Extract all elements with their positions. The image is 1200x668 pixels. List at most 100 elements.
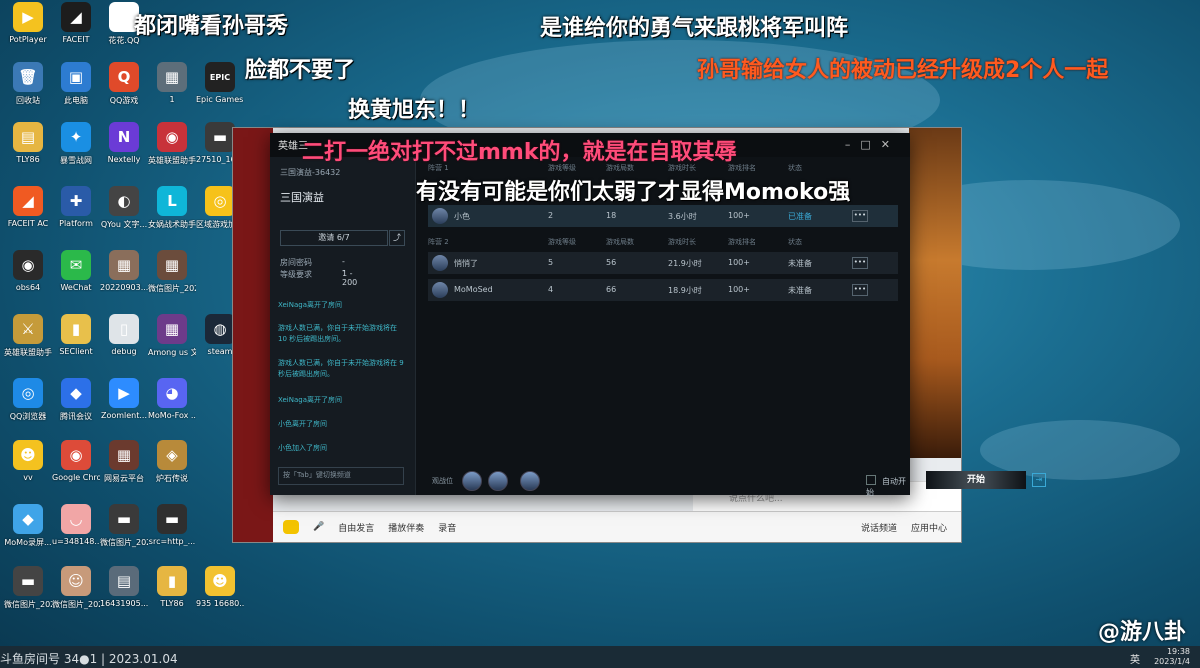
desktop-icon[interactable]: ◕ MoMo-Fox ... — [148, 378, 196, 420]
desktop-icon[interactable]: ◆ MoMo录屏... — [4, 504, 52, 548]
team-area: 阵营 1 游戏等级 游戏局数 游戏时长 游戏排名 状态 小色 2 18 3.6小… — [416, 157, 1046, 498]
desktop-icon[interactable]: ◐ QYou 文字... — [100, 186, 148, 230]
input-language[interactable]: 英 — [1130, 651, 1140, 666]
spectator-slot-icon[interactable] — [462, 471, 482, 491]
desktop-icon[interactable]: ◡ u=348148... — [52, 504, 100, 546]
app-icon: ◈ — [157, 440, 187, 470]
app-icon: ▤ — [109, 566, 139, 596]
app-icon: ▦ — [157, 314, 187, 344]
app-icon: ▤ — [13, 122, 43, 152]
player-row[interactable]: 小色 2 18 3.6小时 100+ 已准备 ••• — [428, 205, 898, 227]
desktop-icon[interactable]: ✦ 暴雪战网 — [52, 122, 100, 166]
more-options-icon[interactable]: ••• — [852, 284, 868, 296]
desktop-icon[interactable]: ✉ WeChat — [52, 250, 100, 292]
desktop-icon[interactable]: ▬ 微信图片_2022081... — [4, 566, 52, 610]
system-clock[interactable]: 19:38 2023/1/4 — [1154, 647, 1190, 667]
desktop-icon-label: 英雄联盟助手中国 — [4, 348, 52, 357]
app-icon: ◎ — [205, 186, 235, 216]
spectator-avatar[interactable] — [488, 471, 508, 491]
spectator-avatar[interactable] — [520, 471, 540, 491]
desktop-icon[interactable]: ▶ Zoomlent... — [100, 378, 148, 420]
desktop-icon[interactable]: EPIC Epic Games Launcher — [196, 62, 244, 104]
toolbar-item-music[interactable]: 播放伴奏 — [388, 521, 424, 534]
desktop-icon[interactable]: ▬ 微信图片_20210... — [100, 504, 148, 548]
app-icon: ▶ — [13, 2, 43, 32]
desktop-icon[interactable]: ▶ PotPlayer — [4, 2, 52, 44]
desktop-icon[interactable]: ▦ 20220903... — [100, 250, 148, 292]
log-entry: 小色离开了房间 — [278, 420, 327, 428]
desktop-icon[interactable]: ◆ 腾讯会议 — [52, 378, 100, 422]
more-options-icon[interactable]: ••• — [852, 210, 868, 222]
danmaku-comment: 脸都不要了 — [245, 58, 356, 83]
info-password: 房间密码 -- — [280, 257, 345, 275]
exit-room-icon[interactable]: ⇥ — [1032, 473, 1046, 487]
desktop-icon-label: WeChat — [60, 283, 92, 292]
invite-button[interactable]: 邀请 6/7 — [280, 230, 388, 246]
desktop-icon[interactable]: ▯ debug — [100, 314, 148, 356]
toolbar-item-free-talk[interactable]: 自由发言 — [338, 521, 374, 534]
desktop-icon[interactable]: ▣ 此电脑 — [52, 62, 100, 106]
app-icon: ▬ — [205, 122, 235, 152]
danmaku-comment: 是谁给你的勇气来跟桃将军叫阵 — [540, 16, 849, 41]
desktop-icon-label: u=348148... — [52, 537, 100, 546]
desktop-icon[interactable]: ▦ 微信图片_20221116... — [148, 250, 196, 294]
toolbar-item-record[interactable]: 录音 — [438, 521, 456, 534]
danmaku-comment: 二打一绝对打不过mmk的，就是在自取其辱 — [302, 140, 737, 165]
avatar — [432, 208, 448, 224]
desktop-icon[interactable]: ◢ FACEIT AC — [4, 186, 52, 228]
desktop-icon[interactable]: ☻ 935 16680... — [196, 566, 244, 608]
desktop-icon[interactable]: ◉ obs64 — [4, 250, 52, 292]
app-icon: ▦ — [109, 440, 139, 470]
app-icon: ▯ — [109, 314, 139, 344]
desktop-icon[interactable]: ◈ 炉石传说 — [148, 440, 196, 484]
desktop-icon[interactable]: ◢ FACEIT — [52, 2, 100, 44]
chat-input[interactable]: 按「Tab」键切换频道 — [278, 467, 404, 485]
player-row[interactable]: MoMoSed 4 66 18.9小时 100+ 未准备 ••• — [428, 279, 898, 301]
log-entry: XeiNaga离开了房间 — [278, 396, 342, 404]
desktop-icon-label: Among us 文件Mod... — [148, 348, 196, 357]
share-icon[interactable]: ⤴ — [389, 230, 405, 246]
start-button[interactable]: 开始 — [926, 471, 1026, 489]
desktop-icon[interactable]: ☺ 微信图片_2022081... — [52, 566, 100, 610]
desktop-icon[interactable]: ▮ SEClient — [52, 314, 100, 356]
toolbar-item-apps[interactable]: 应用中心 — [911, 521, 947, 534]
desktop-icon[interactable]: ▤ 16431905... — [100, 566, 148, 608]
app-icon: ◎ — [13, 378, 43, 408]
app-icon: ◆ — [61, 378, 91, 408]
desktop-icon[interactable]: L 女娲战术助手 — [148, 186, 196, 230]
app-icon: ▮ — [61, 314, 91, 344]
desktop-icon[interactable]: ▮ TLY86 — [148, 566, 196, 608]
desktop-icon[interactable]: N Nextelly — [100, 122, 148, 164]
danmaku-comment: 换黄旭东！！ — [348, 98, 481, 123]
player-row[interactable]: 悄悄了 5 56 21.9小时 100+ 未准备 ••• — [428, 252, 898, 274]
app-icon: ✉ — [61, 250, 91, 280]
app-icon: 🗑 — [13, 62, 43, 92]
danmaku-comment: 都闭嘴看孙哥秀 — [134, 14, 289, 39]
app-icon: ◍ — [205, 314, 235, 344]
desktop-icon[interactable]: ▬ src=http_... — [148, 504, 196, 546]
desktop-icon[interactable]: ◉ 英雄联盟助手 — [148, 122, 196, 166]
more-options-icon[interactable]: ••• — [852, 257, 868, 269]
desktop-icon[interactable]: ⚔ 英雄联盟助手中国 — [4, 314, 52, 358]
log-entry: 小色加入了房间 — [278, 444, 327, 452]
toolbar-item-channel[interactable]: 说话频道 — [861, 521, 897, 534]
app-icon: ☻ — [205, 566, 235, 596]
desktop-icon[interactable]: ▦ 网易云平台 — [100, 440, 148, 484]
app-icon: ▦ — [157, 62, 187, 92]
auto-start-checkbox[interactable]: 自动开始 — [866, 475, 910, 498]
spectate-label: 观战位 — [432, 477, 453, 485]
desktop-icon-label: 1 — [169, 95, 175, 104]
desktop-icon[interactable]: ◎ QQ浏览器 — [4, 378, 52, 422]
desktop-icon[interactable]: 🗑 回收站 — [4, 62, 52, 106]
desktop-icon[interactable]: ▦ Among us 文件Mod... — [148, 314, 196, 358]
desktop-icon[interactable]: ✚ Platform — [52, 186, 100, 228]
app-icon: L — [157, 186, 187, 216]
mic-icon[interactable]: 🎤 — [313, 522, 324, 532]
desktop-icon[interactable]: ☻ vv — [4, 440, 52, 482]
desktop-icon[interactable]: ◉ Google Chrome — [52, 440, 100, 482]
desktop-icon-label: SEClient — [59, 347, 93, 356]
window-controls[interactable]: –□✕ — [845, 138, 900, 151]
desktop-icon[interactable]: Q QQ游戏 — [100, 62, 148, 106]
desktop-icon[interactable]: ▦ 1 — [148, 62, 196, 104]
desktop-icon[interactable]: ▤ TLY86 — [4, 122, 52, 164]
